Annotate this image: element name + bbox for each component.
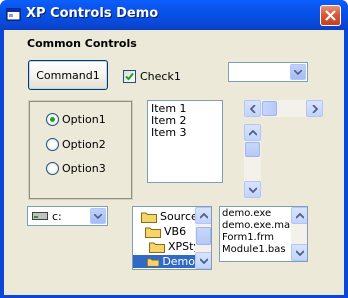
section-label: Common Controls [27,37,137,50]
application-window: XP Controls Demo Common Controls Command… [0,0,348,298]
scroll-right-button[interactable] [306,100,323,117]
dir-item-selected[interactable]: Demo [133,255,195,268]
drive-dropdown-button[interactable] [90,208,106,224]
folder-icon [141,212,157,223]
check1-label[interactable]: Check1 [140,70,181,83]
option3-label[interactable]: Option3 [62,162,106,175]
drive-icon [32,212,48,220]
option3-radio[interactable] [46,162,59,175]
scroll-up-button[interactable] [195,207,211,224]
scroll-up-arrow-icon [248,129,257,136]
scroll-down-button[interactable] [291,244,307,261]
scroll-down-button[interactable] [195,252,211,269]
option1-radio[interactable] [46,113,59,126]
horizontal-scroll-thumb[interactable] [262,101,277,116]
dir-item[interactable]: VB6 [145,225,186,238]
horizontal-scrollbar[interactable] [244,100,323,117]
scroll-down-button[interactable] [244,181,261,198]
scroll-left-button[interactable] [244,100,261,117]
combo-dropdown-button[interactable] [290,64,306,80]
app-window-icon [6,8,21,21]
scroll-down-arrow-icon [295,249,304,256]
scroll-down-arrow-icon [248,186,257,193]
scroll-left-arrow-icon [249,104,256,113]
option2-radio[interactable] [46,138,59,151]
scroll-up-arrow-icon [295,212,304,219]
directory-list-box[interactable]: Source VB6 XPSty Demo [132,206,212,270]
list-item[interactable]: Item 3 [151,127,219,139]
scroll-up-button[interactable] [291,207,307,224]
dropdown-arrow-icon [294,69,302,75]
scroll-down-arrow-icon [199,257,208,264]
drive-list-box[interactable]: c: [27,206,108,226]
option-frame: Option1 Option2 Option3 [28,100,133,200]
command-button-label: Command1 [36,68,100,82]
dir-item[interactable]: Source [141,210,198,223]
option2-label[interactable]: Option2 [62,138,106,151]
checkmark-icon [125,72,134,81]
dirlist-scrollbar[interactable] [195,207,211,269]
close-button[interactable] [320,5,341,26]
vertical-scroll-thumb[interactable] [245,142,260,157]
title-bar[interactable]: XP Controls Demo [0,0,348,30]
radio-selected-dot [50,117,55,122]
folder-icon [149,242,165,253]
option1-label[interactable]: Option1 [62,113,106,126]
close-icon [325,10,336,21]
vertical-scrollbar[interactable] [244,124,261,198]
dirlist-scroll-thumb[interactable] [196,227,211,245]
folder-open-icon [147,258,160,267]
file-list-box[interactable]: demo.exe demo.exe.manife Form1.frm Modul… [219,206,308,262]
filelist-scrollbar[interactable] [291,207,307,261]
scroll-up-button[interactable] [244,124,261,141]
scroll-up-arrow-icon [199,212,208,219]
client-area: Common Controls Command1 Check1 Option1 [4,30,344,295]
command-button[interactable]: Command1 [28,60,108,90]
drive-value: c: [52,210,62,223]
dir-item[interactable]: XPSty [149,240,200,253]
window-title: XP Controls Demo [26,6,159,21]
folder-icon [145,227,161,238]
scroll-right-arrow-icon [311,104,318,113]
dropdown-arrow-icon [94,213,102,219]
check1-checkbox[interactable] [123,70,136,83]
combo-box[interactable] [228,62,308,82]
list-box[interactable]: Item 1 Item 2 Item 3 [147,100,223,183]
